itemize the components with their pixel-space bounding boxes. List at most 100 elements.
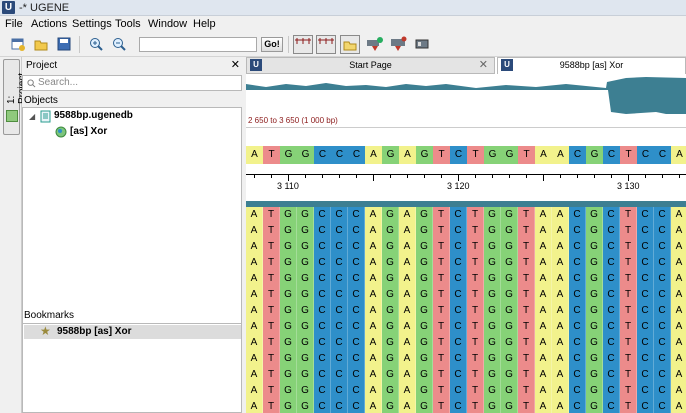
tab-start-page-label: Start Page (349, 60, 392, 70)
ruler-tick (594, 174, 595, 178)
new-project-button[interactable] (9, 35, 27, 53)
window-title: -* UGENE (19, 2, 70, 14)
alignment-cell: G (382, 319, 399, 335)
alignment-cell: A (671, 383, 686, 399)
alignment-cell: C (654, 383, 671, 399)
alignment-cell: T (263, 335, 280, 351)
alignment-cell: G (297, 319, 314, 335)
strand-toggle-button[interactable] (293, 35, 313, 54)
ruler-tick (577, 174, 578, 178)
alignment-cell: T (620, 239, 637, 255)
export-annotations-button[interactable] (366, 35, 384, 53)
menu-settings[interactable]: Settings (72, 18, 112, 30)
alignment-cell: G (501, 383, 518, 399)
zoom-out-button[interactable] (110, 35, 128, 53)
alignment-cell: G (297, 303, 314, 319)
ruler-tick (628, 174, 629, 181)
alignment-cell: C (450, 271, 467, 287)
go-button[interactable]: Go! (261, 37, 283, 52)
coverage-graph (246, 77, 686, 114)
alignment-cell: G (280, 351, 297, 367)
alignment-cell: T (433, 207, 450, 223)
toolbar-search-input[interactable] (139, 37, 257, 52)
alignment-cell: G (280, 399, 297, 413)
close-tab-icon[interactable]: ✕ (479, 58, 488, 73)
alignment-cell: A (671, 239, 686, 255)
menu-file[interactable]: File (5, 18, 23, 30)
alignment-cell: A (671, 319, 686, 335)
overview-panel[interactable]: 2 650 to 3 650 (1 000 bp) (246, 74, 686, 128)
project-panel-header: Project ✕ (22, 58, 243, 73)
alignment-cell: G (382, 287, 399, 303)
complement-toggle-button[interactable] (316, 35, 336, 54)
annotations-button[interactable] (340, 35, 360, 54)
alignment-cell: G (297, 255, 314, 271)
tab-start-page[interactable]: U Start Page ✕ (246, 57, 495, 74)
ruler-tick (560, 174, 561, 178)
menu-window[interactable]: Window (148, 18, 187, 30)
alignment-cell: A (535, 207, 552, 223)
alignment-cell: C (637, 239, 654, 255)
alignment-cell: T (467, 383, 484, 399)
menu-tools[interactable]: Tools (115, 18, 141, 30)
alignment-cell: A (399, 303, 416, 319)
bookmark-item[interactable]: ★ 9588bp [as] Xor (24, 324, 241, 339)
sequence-view-button[interactable] (413, 35, 431, 53)
alignment-row: ATGGCCCAGAGTCTGGTAACGCTCCA (246, 383, 686, 399)
tree-item-alignment[interactable]: [as] Xor (70, 126, 107, 137)
save-button[interactable] (55, 35, 73, 53)
open-button[interactable] (32, 35, 50, 53)
alignment-cell: A (365, 351, 382, 367)
alignment-cell: C (450, 239, 467, 255)
alignment-cell: A (246, 335, 263, 351)
alignment-cell: G (382, 383, 399, 399)
ruler-tick (509, 174, 510, 178)
alignment-cell: C (637, 335, 654, 351)
alignment-cell: G (501, 239, 518, 255)
alignment-cell: C (450, 367, 467, 383)
nucleotide-cell: T (263, 146, 280, 164)
remove-annotations-button[interactable] (390, 35, 408, 53)
ruler-tick (424, 174, 425, 178)
tree-item-document[interactable]: 9588bp.ugenedb (54, 110, 133, 121)
ruler-tick (288, 174, 289, 181)
alignment-cell: A (535, 239, 552, 255)
alignment-cell: A (671, 287, 686, 303)
alignment-cell: C (348, 335, 365, 351)
collapse-arrow-icon[interactable]: ◢ (29, 112, 35, 121)
alignment-cell: G (280, 287, 297, 303)
alignment-cell: G (501, 303, 518, 319)
alignment-cell: C (637, 207, 654, 223)
alignment-cell: G (382, 335, 399, 351)
alignment-cell: C (314, 271, 331, 287)
alignment-cell: G (416, 255, 433, 271)
alignment-cell: G (280, 303, 297, 319)
project-search-input[interactable]: Search... (22, 75, 242, 91)
alignment-cell: C (603, 319, 620, 335)
bookmarks-label: Bookmarks (24, 310, 75, 321)
alignment-cell: C (314, 303, 331, 319)
alignment-cell: A (552, 399, 569, 413)
alignment-cell: T (467, 303, 484, 319)
alignment-cell: G (586, 367, 603, 383)
alignment-cell: C (654, 207, 671, 223)
reference-sequence-row[interactable]: ATGGCCCAGAGTCTGGTAACGCTCCA (246, 146, 686, 164)
close-icon[interactable]: ✕ (231, 58, 240, 73)
alignment-cell: C (569, 255, 586, 271)
zoom-in-button[interactable] (87, 35, 105, 53)
alignment-grid[interactable]: ATGGCCCAGAGTCTGGTAACGCTCCAATGGCCCAGAGTCT… (246, 207, 686, 413)
menu-help[interactable]: Help (193, 18, 216, 30)
project-panel-title: Project (26, 60, 58, 71)
alignment-cell: C (637, 383, 654, 399)
annotation-add-icon (367, 37, 383, 51)
tab-alignment[interactable]: U 9588bp [as] Xor (497, 57, 686, 74)
alignment-cell: G (586, 207, 603, 223)
menu-actions[interactable]: Actions (31, 18, 67, 30)
alignment-row: ATGGCCCAGAGTCTGGTAACGCTCCA (246, 207, 686, 223)
alignment-cell: G (484, 287, 501, 303)
alignment-cell: A (552, 271, 569, 287)
alignment-cell: G (280, 223, 297, 239)
alignment-cell: G (382, 223, 399, 239)
project-dock-tab[interactable]: 1: Project (3, 59, 28, 135)
alignment-cell: A (365, 255, 382, 271)
